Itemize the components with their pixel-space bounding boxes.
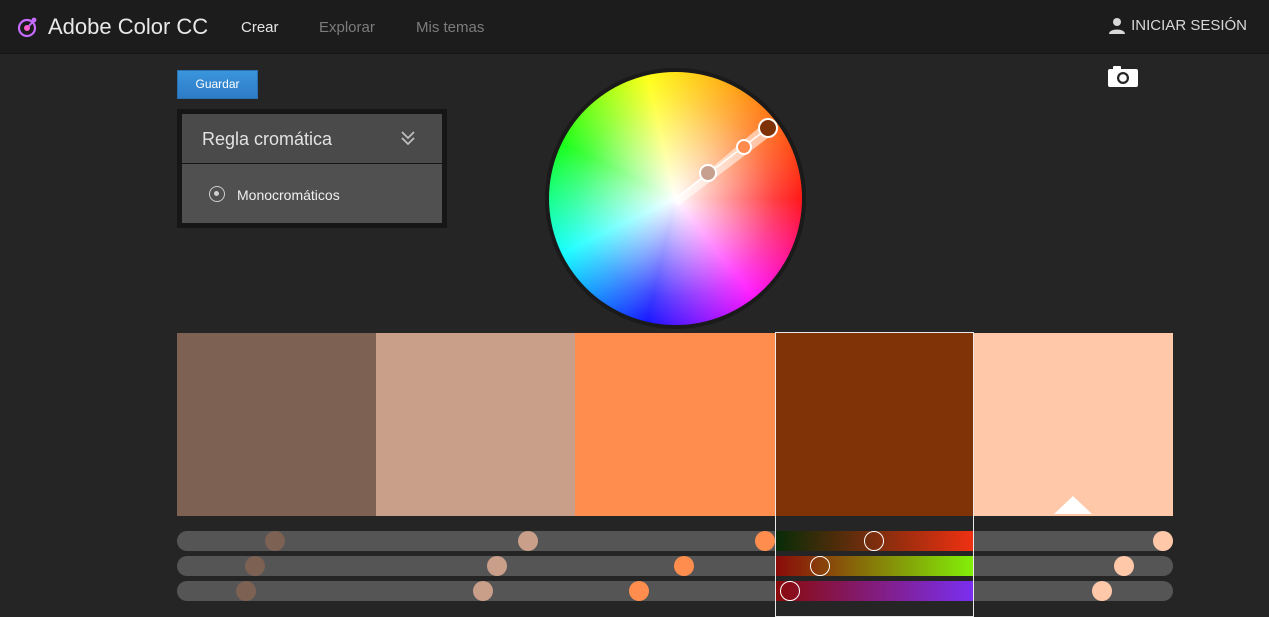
color-swatch-1[interactable] [177,333,377,516]
slider-green-knob-1[interactable] [245,556,266,576]
color-swatches [177,333,1174,516]
slider-blue-knob-5[interactable] [1092,581,1113,601]
nav-mis-temas[interactable]: Mis temas [416,19,484,36]
slider-red-knob-1[interactable] [264,531,285,551]
color-wheel[interactable] [545,68,806,329]
color-swatch-3[interactable] [575,333,775,516]
color-rule-dropdown[interactable]: Regla cromática [182,114,442,163]
slider-red-knob-2[interactable] [517,531,538,551]
slider-blue-knob-4[interactable] [779,581,800,601]
slider-green-knob-3[interactable] [673,556,694,576]
double-chevron-down-icon [401,131,415,146]
slider-green-knob-2[interactable] [487,556,508,576]
color-swatch-4-selected[interactable] [774,333,974,516]
slider-blue[interactable] [177,581,1173,601]
slider-red[interactable] [177,531,1173,551]
slider-green-knob-5[interactable] [1113,556,1134,576]
slider-blue-knob-2[interactable] [472,581,493,601]
slider-red-knob-5[interactable] [1153,531,1173,551]
slider-blue-knob-1[interactable] [236,581,257,601]
color-rule-panel: Regla cromática Monocromáticos [177,109,447,228]
wheel-marker-base[interactable] [758,118,778,138]
signin-button[interactable]: INICIAR SESIÓN [1109,17,1247,34]
color-swatch-2[interactable] [376,333,576,516]
wheel-marker-light[interactable] [699,164,717,182]
signin-label: INICIAR SESIÓN [1131,17,1247,34]
color-rule-title: Regla cromática [202,129,333,149]
adobe-color-logo-icon [17,17,37,38]
save-button[interactable]: Guardar [177,70,258,99]
wheel-marker-medium[interactable] [736,139,752,155]
color-rule-option-monochromatic[interactable]: Monocromáticos [182,164,442,223]
slider-blue-track [776,581,973,601]
brand[interactable]: Adobe Color CC [16,14,208,40]
radio-selected-icon [209,186,225,202]
base-color-marker-icon [1053,496,1092,514]
color-wheel-markers [673,118,778,206]
nav-explorar[interactable]: Explorar [319,19,375,36]
camera-icon[interactable] [1108,65,1138,87]
color-rule-option-label: Monocromáticos [237,187,340,203]
top-navigation-bar: Adobe Color CC Crear Explorar Mis temas … [0,0,1269,54]
brand-name: Adobe Color CC [48,14,209,39]
slider-green-track [776,556,973,576]
slider-red-knob-3[interactable] [754,531,775,551]
slider-blue-knob-3[interactable] [629,581,650,601]
slider-green[interactable] [177,556,1173,576]
color-swatch-5[interactable] [973,333,1174,516]
user-icon [1109,18,1126,34]
nav-crear[interactable]: Crear [241,19,279,36]
